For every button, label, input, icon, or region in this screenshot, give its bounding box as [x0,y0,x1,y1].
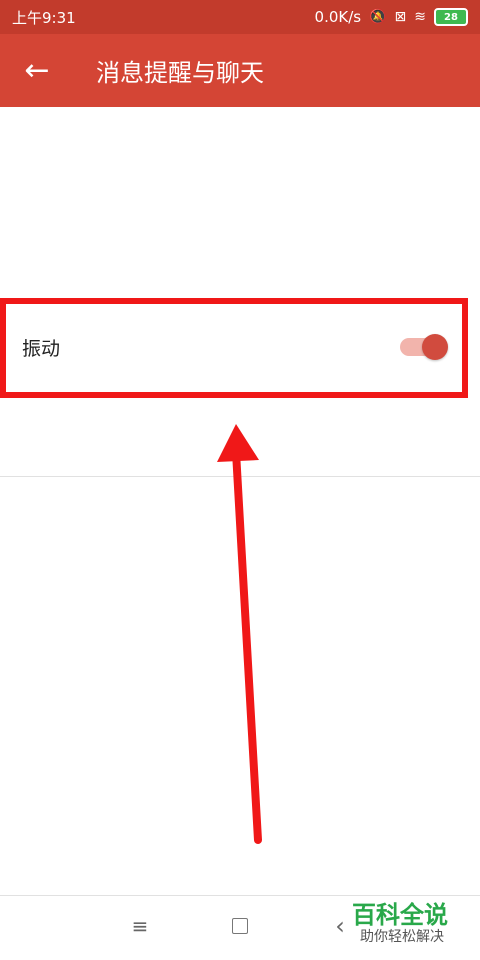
settings-content [0,107,480,895]
wifi-icon: ≋ [414,9,426,25]
watermark-title: 百科全说 [352,901,448,929]
network-speed: 0.0K/s [314,8,362,26]
status-icons: 0.0K/s 🔕 ⊠ ≋ 28 [315,8,468,26]
watermark: 百科全说 助你轻松解决 [352,902,472,952]
battery-icon: 28 [434,8,468,26]
back-button[interactable]: ← [0,34,74,107]
watermark-subtitle: 助你轻松解决 [360,929,444,945]
back-icon: ‹ [335,912,345,940]
mute-icon: 🔕 [369,9,387,25]
home-icon [232,918,248,934]
highlight-box [0,298,468,398]
battery-level: 28 [444,11,458,23]
section-divider [0,476,480,477]
sim-icon: ⊠ [394,9,407,25]
menu-button[interactable]: ≡ [120,912,160,940]
home-button[interactable] [220,912,260,940]
arrow-left-icon: ← [24,52,50,88]
status-bar: 上午9:31 0.0K/s 🔕 ⊠ ≋ 28 [0,0,480,34]
status-time: 上午9:31 [12,8,76,27]
page-title: 消息提醒与聊天 [96,59,264,87]
menu-icon: ≡ [131,914,149,938]
app-bar: ← 消息提醒与聊天 [0,34,480,107]
